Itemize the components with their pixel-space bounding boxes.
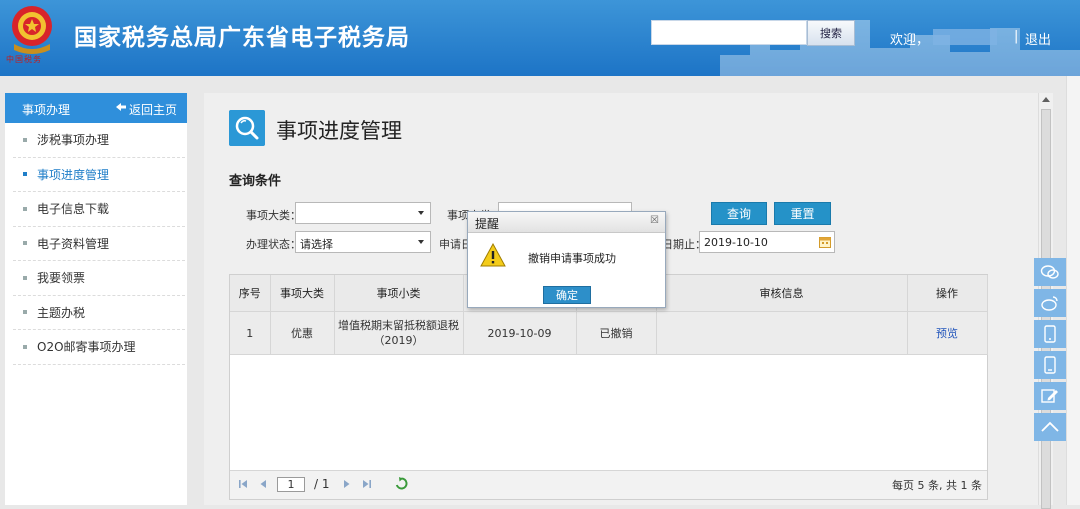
sidebar-item-topics[interactable]: 主题办税 [13,296,185,330]
cell-category: 优惠 [270,311,335,355]
chevron-down-icon [418,240,424,244]
pagination-bar: 1 / 1 每页 5 条, 共 1 条 [230,470,987,499]
bullet-icon [23,206,27,211]
chevron-down-icon [418,211,424,215]
status-select-value: 请选择 [300,238,333,251]
status-label: 办理状态： [246,238,301,251]
sidebar-title: 事项办理 [22,103,71,117]
sidebar-item-label: O2O邮寄事项办理 [37,340,136,355]
category-select[interactable] [295,202,431,224]
prev-page-icon[interactable] [258,479,268,489]
username-mask [933,29,997,45]
close-icon[interactable]: ☒ [650,215,659,226]
cell-status: 已撤销 [576,311,657,355]
wechat-icon [1040,265,1059,279]
sidebar-item-progress[interactable]: 事项进度管理 [13,158,185,192]
cell-action: 预览 [907,311,988,355]
welcome-text: 欢迎， [890,33,930,48]
calendar-icon[interactable] [819,236,831,248]
header-separator: | [1014,29,1019,44]
column-header: 事项大类 [270,275,335,312]
back-to-top-button[interactable] [1034,413,1066,441]
search-button[interactable]: 搜索 [807,20,855,46]
preview-link[interactable]: 预览 [936,327,958,340]
edit-icon [1041,389,1058,403]
sidebar: 事项办理 返回主页 涉税事项办理 事项进度管理 电子信息下载 电子资料管理 我要… [5,93,187,505]
wechat-button[interactable] [1034,258,1066,286]
end-date-value: 2019-10-10 [704,236,768,249]
cell-review [656,311,908,355]
back-arrow-icon [116,103,126,111]
sidebar-item-label: 主题办税 [37,305,86,320]
category-label: 事项大类： [246,209,301,222]
bullet-icon [23,344,27,349]
last-page-icon[interactable] [362,479,372,489]
bullet-icon [23,241,27,246]
national-emblem-icon [12,6,52,54]
weibo-button[interactable] [1034,289,1066,317]
section-title: 查询条件 [229,174,282,189]
feedback-button[interactable] [1034,382,1066,410]
phone-icon [1044,325,1056,343]
status-select[interactable]: 请选择 [295,231,431,253]
sidebar-header: 事项办理 返回主页 [5,93,187,123]
window-scrollbar[interactable] [1066,76,1080,505]
sidebar-item-documents[interactable]: 电子资料管理 [13,227,185,261]
pagination-info: 每页 5 条, 共 1 条 [892,479,982,492]
bullet-icon [23,137,27,142]
home-link[interactable]: 返回主页 [129,101,177,118]
search-magnifier-icon [229,110,265,146]
warning-icon [480,243,506,267]
reset-button[interactable]: 重置 [774,202,831,225]
alert-dialog: 提醒 ☒ 撤销申请事项成功 确定 [467,211,666,308]
sidebar-item-label: 我要领票 [37,271,86,286]
subcategory-line: 增值税期末留抵税额退税 [338,319,459,332]
page-number-input[interactable]: 1 [277,477,305,492]
logout-link[interactable]: 退出 [1025,29,1051,48]
subcategory-line: （2019） [373,334,424,347]
sidebar-item-label: 电子资料管理 [37,236,110,251]
page-total: / 1 [314,477,330,491]
column-header: 审核信息 [656,275,908,312]
sidebar-item-label: 电子信息下载 [37,202,110,217]
sidebar-item-tax-matters[interactable]: 涉税事项办理 [13,123,185,158]
first-page-icon[interactable] [238,479,248,489]
column-header: 操作 [907,275,988,312]
floating-toolbar [1034,258,1066,444]
bullet-icon [23,310,27,315]
refresh-icon[interactable] [395,477,408,490]
cell-date: 2019-10-09 [463,311,577,355]
sidebar-item-invoice[interactable]: 我要领票 [13,261,185,296]
chevron-up-icon [1041,421,1059,432]
next-page-icon[interactable] [342,479,352,489]
ok-button[interactable]: 确定 [543,286,591,304]
cell-index: 1 [230,311,271,355]
sidebar-item-download[interactable]: 电子信息下载 [13,192,185,227]
top-header: 中国税务 国家税务总局广东省电子税务局 搜索 欢迎， | 退出 [0,0,1080,76]
page-title: 事项进度管理 [276,119,402,143]
column-header: 序号 [230,275,271,312]
dialog-header: 提醒 ☒ [468,212,665,233]
end-date-input[interactable]: 2019-10-10 [699,231,835,253]
table-row[interactable]: 1 优惠 增值税期末留抵税额退税 （2019） 2019-10-09 已撤销 预… [230,311,988,355]
dialog-message: 撤销申请事项成功 [528,252,616,265]
mobile-site-button[interactable] [1034,351,1066,379]
bullet-icon [23,172,27,177]
weibo-icon [1041,296,1058,311]
search-input[interactable] [651,20,807,45]
column-header: 事项小类 [334,275,464,312]
emblem-caption: 中国税务 [6,55,42,64]
mobile-app-button[interactable] [1034,320,1066,348]
sidebar-item-label: 事项进度管理 [37,167,110,182]
site-title: 国家税务总局广东省电子税务局 [74,25,410,51]
scroll-up-icon[interactable] [1042,97,1050,102]
query-button[interactable]: 查询 [711,202,767,225]
dialog-title: 提醒 [475,217,500,231]
bullet-icon [23,275,27,280]
tablet-icon [1044,356,1056,374]
sidebar-item-o2o-mail[interactable]: O2O邮寄事项办理 [13,330,185,365]
sidebar-item-label: 涉税事项办理 [37,133,110,148]
cell-subcategory: 增值税期末留抵税额退税 （2019） [334,311,464,355]
